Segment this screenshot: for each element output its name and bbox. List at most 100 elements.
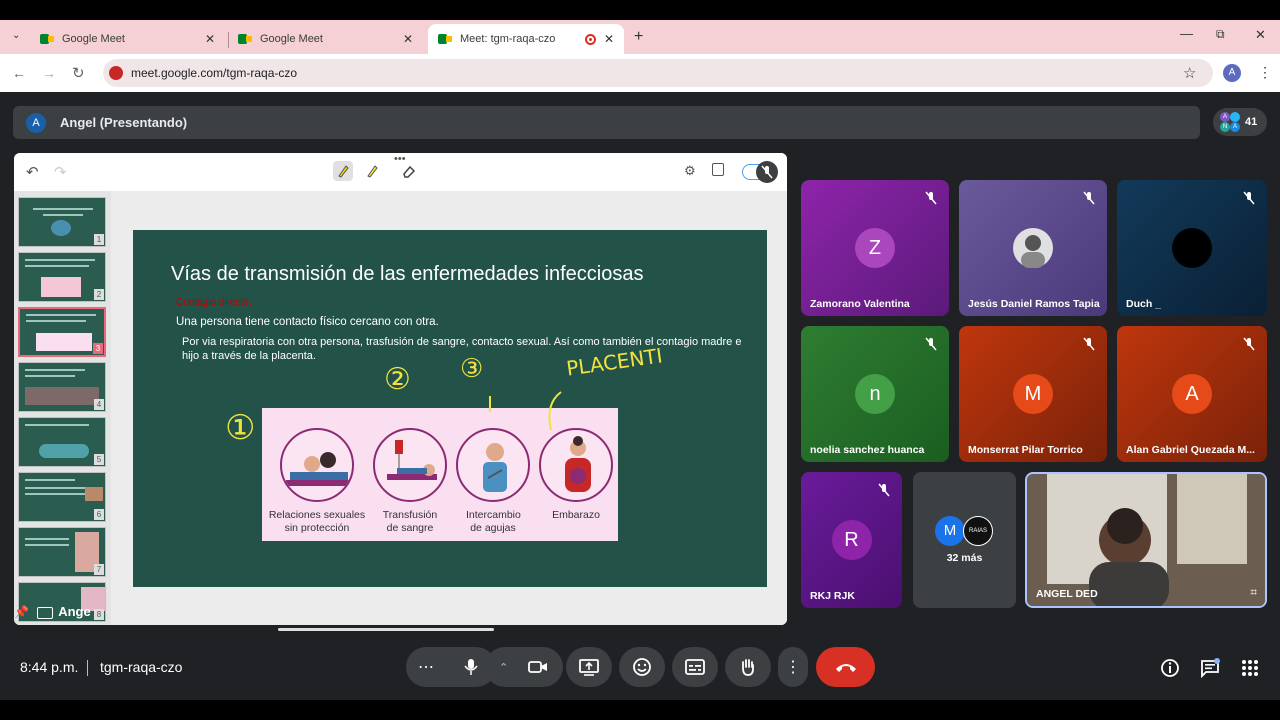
participant-avatar: M <box>1013 374 1053 414</box>
present-screen-button[interactable] <box>566 647 612 687</box>
participant-tile[interactable]: M Monserrat Pilar Torrico <box>959 326 1107 462</box>
slide-thumbnail[interactable]: 4 <box>18 362 106 412</box>
more-participants-tile[interactable]: M RAIAS 32 más <box>913 472 1016 608</box>
meet-window: ⌄ Google Meet ✕ Google Meet ✕ Meet: tgm-… <box>0 0 1280 720</box>
slide-thumbnail[interactable]: 1 <box>18 197 106 247</box>
participant-tile[interactable]: Z Zamorano Valentina <box>801 180 949 316</box>
browser-tab-2[interactable]: Google Meet ✕ <box>228 24 423 54</box>
eraser-icon[interactable] <box>400 162 418 180</box>
undo-icon[interactable]: ↶ <box>26 163 39 181</box>
mini-avatar <box>1230 112 1240 122</box>
slide-thumbnails: 1 2 3 4 5 6 7 8 <box>14 191 111 625</box>
pin-icon[interactable]: 📌 <box>14 605 29 619</box>
omnibox[interactable]: meet.google.com/tgm-raqa-czo <box>103 59 1213 87</box>
redo-icon[interactable]: ↷ <box>54 163 67 181</box>
present-icon[interactable] <box>36 606 53 619</box>
slide-thumbnail[interactable]: 5 <box>18 417 106 467</box>
more-audio-options-icon[interactable]: ⋯ <box>418 657 435 677</box>
slide-thumbnail[interactable]: 2 <box>18 252 106 302</box>
hand-icon <box>742 659 754 676</box>
slide-thumbnail[interactable]: 6 <box>18 472 106 522</box>
participant-avatar: A <box>1172 374 1212 414</box>
more-count: 32 más <box>946 552 983 564</box>
browser-menu-icon[interactable]: ⋮ <box>1258 64 1272 81</box>
bookmark-star-icon[interactable]: ☆ <box>1183 64 1196 82</box>
forward-icon[interactable]: → <box>42 65 56 81</box>
raise-hand-button[interactable] <box>725 647 771 687</box>
presenting-bar: A Angel (Presentando) <box>13 106 1200 139</box>
participant-tile[interactable]: A Alan Gabriel Quezada M... <box>1117 326 1267 462</box>
hang-up-icon <box>835 664 856 672</box>
chat-icon[interactable] <box>1200 658 1220 678</box>
participant-avatar <box>1172 228 1212 268</box>
muted-mic-icon <box>925 191 937 205</box>
slides-area: 1 2 3 4 5 6 7 8 Vías de transmisión de l… <box>14 191 787 625</box>
more-options-button[interactable]: ⋮ <box>778 647 808 687</box>
muted-mic-icon <box>1243 337 1255 351</box>
pen-tool-selected[interactable] <box>333 161 353 181</box>
camera-icon[interactable] <box>528 659 548 675</box>
crop-icon[interactable]: ⌗ <box>1250 585 1257 600</box>
activities-icon[interactable] <box>1240 658 1260 678</box>
close-tab-icon[interactable]: ✕ <box>403 32 413 46</box>
annotation-three: ③ <box>460 354 484 384</box>
tab-search-icon[interactable]: ⌄ <box>12 30 20 41</box>
reactions-button[interactable] <box>619 647 665 687</box>
participant-photo-avatar <box>1013 228 1053 268</box>
browser-tab-3[interactable]: Meet: tgm-raqa-czo ✕ <box>428 24 624 54</box>
mini-avatar: N <box>1220 122 1230 132</box>
resize-handle[interactable] <box>278 628 494 631</box>
self-video-tile[interactable]: ANGEL DED ⌗ <box>1025 472 1267 608</box>
bottom-divider <box>87 660 88 676</box>
highlighter-icon[interactable] <box>362 161 382 181</box>
meeting-info-icon[interactable] <box>1160 658 1180 678</box>
participant-tile[interactable]: Duch _ <box>1117 180 1267 316</box>
blood-transfusion-illustration <box>373 428 447 502</box>
close-window-icon[interactable]: ✕ <box>1255 27 1266 43</box>
browser-tab-strip: ⌄ Google Meet ✕ Google Meet ✕ Meet: tgm-… <box>0 20 1280 54</box>
captions-icon <box>685 659 705 675</box>
slide-thumbnail[interactable]: 7 <box>18 527 106 577</box>
participant-name: Alan Gabriel Quezada M... <box>1126 444 1255 456</box>
annotation-arrows <box>489 391 562 431</box>
muted-mic-icon <box>1083 337 1095 351</box>
sexual-relations-illustration <box>280 428 354 502</box>
reload-icon[interactable]: ↻ <box>72 64 85 82</box>
minimize-icon[interactable]: — <box>1180 26 1193 41</box>
participant-tile[interactable]: Jesús Daniel Ramos Tapia <box>959 180 1107 316</box>
leave-call-button[interactable] <box>816 647 875 687</box>
participant-tile[interactable]: n noelia sanchez huanca <box>801 326 949 462</box>
overlay-name: Ange <box>58 604 91 619</box>
meet-favicon-icon <box>238 33 252 45</box>
tab-title: Google Meet <box>62 33 125 45</box>
profile-avatar[interactable]: A <box>1223 64 1241 82</box>
participant-tile[interactable]: R RKJ RJK <box>801 472 902 608</box>
browser-tab-1[interactable]: Google Meet ✕ <box>30 24 225 54</box>
slide-line-1: Una persona tiene contacto físico cercan… <box>176 316 439 328</box>
participant-name: RKJ RJK <box>810 590 855 602</box>
save-icon[interactable] <box>712 163 724 176</box>
muted-mic-icon <box>925 337 937 351</box>
chevron-up-icon[interactable]: ⌃ <box>499 661 508 674</box>
microphone-icon[interactable] <box>463 658 479 676</box>
close-tab-icon[interactable]: ✕ <box>205 32 215 46</box>
slide-thumbnail-selected[interactable]: 3 <box>18 307 106 357</box>
pen-icon <box>338 165 349 178</box>
captions-button[interactable] <box>672 647 718 687</box>
presenter-avatar: A <box>26 113 46 133</box>
new-tab-icon[interactable]: + <box>634 28 643 46</box>
participant-name: Duch _ <box>1126 298 1162 310</box>
close-tab-icon[interactable]: ✕ <box>604 32 614 46</box>
presenter-label: Angel (Presentando) <box>60 115 188 130</box>
restore-icon[interactable]: ⧉ <box>1216 27 1225 42</box>
participants-button[interactable]: A N A 41 <box>1213 108 1267 136</box>
participant-avatar: R <box>831 520 872 560</box>
letterbox-top <box>0 0 1280 20</box>
settings-icon[interactable]: ⚙ <box>684 163 696 179</box>
participant-avatar: M <box>935 516 965 546</box>
site-info-icon[interactable] <box>109 66 123 80</box>
back-icon[interactable]: ← <box>12 65 26 81</box>
participant-name: noelia sanchez huanca <box>810 444 925 456</box>
slide-subheading: Contagio directo: <box>176 297 252 308</box>
participant-name: Jesús Daniel Ramos Tapia <box>968 298 1100 310</box>
